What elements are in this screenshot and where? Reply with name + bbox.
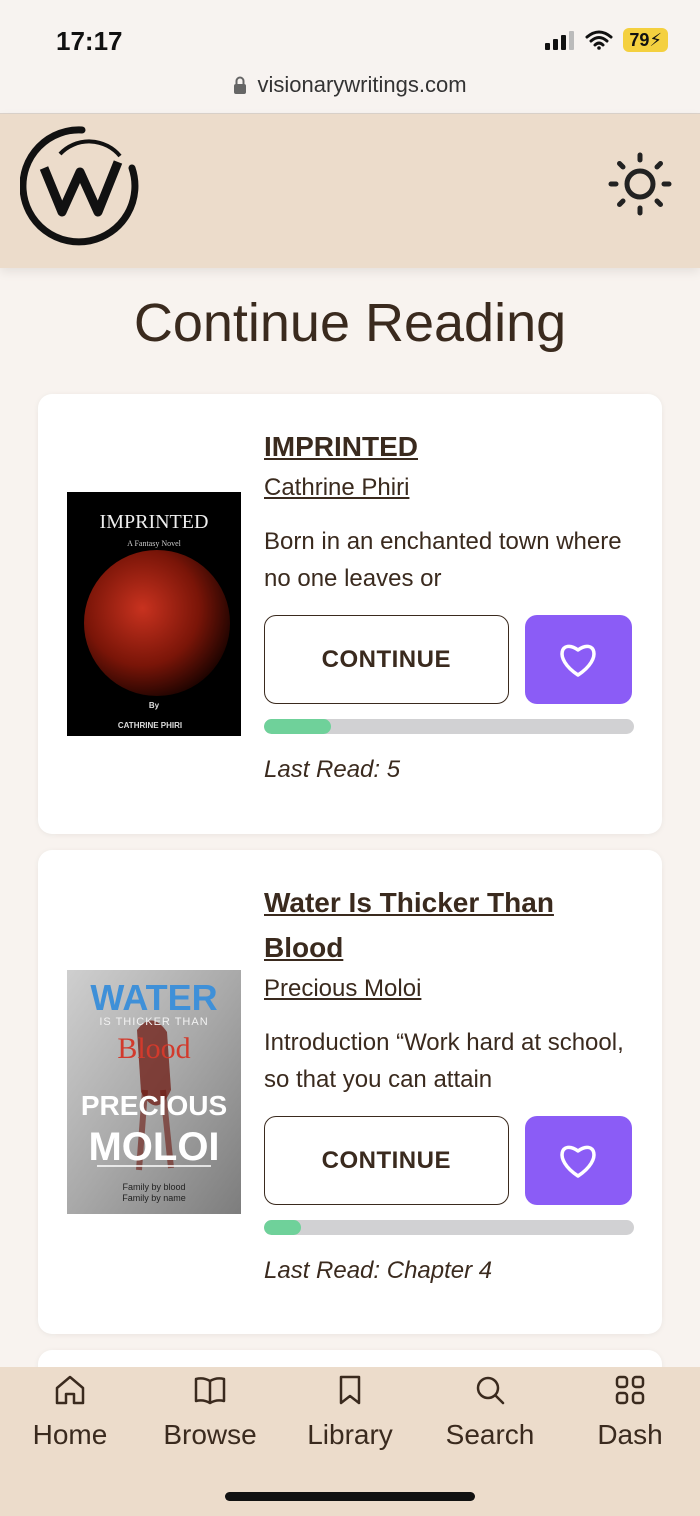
page-title: Continue Reading <box>133 293 567 353</box>
lock-icon <box>234 76 247 94</box>
battery-indicator: 79⚡ <box>623 28 668 52</box>
book-cover[interactable]: WATER IS THICKER THAN Blood PRECIOUS MOL… <box>67 970 241 1214</box>
book-open-icon <box>194 1377 226 1405</box>
nav-browse-label: Browse <box>163 1419 257 1450</box>
author-link[interactable]: Precious Moloi <box>264 972 632 1006</box>
continue-button[interactable]: CONTINUE <box>264 1116 509 1205</box>
cover-word-water: WATER <box>90 977 217 1018</box>
cover-line-2: IS THICKER THAN <box>99 1016 208 1028</box>
url-bar[interactable]: visionarywritings.com <box>0 72 700 98</box>
status-time: 17:17 <box>56 26 123 56</box>
theme-toggle-button[interactable] <box>608 152 672 221</box>
book-info: IMPRINTED Cathrine Phiri Born in an ench… <box>264 424 634 784</box>
heart-icon <box>560 1145 596 1178</box>
grid-icon <box>615 1375 645 1405</box>
url-text: visionarywritings.com <box>257 72 467 97</box>
system-icons: 79⚡ <box>545 28 668 52</box>
status-bar: 17:17 79⚡ visionarywritings.com <box>0 0 700 114</box>
last-read-label: Last Read: 5 <box>264 756 401 783</box>
nav-home-label: Home <box>32 1419 108 1450</box>
book-title-link[interactable]: IMPRINTED <box>264 424 632 469</box>
nav-search-label: Search <box>445 1419 535 1450</box>
search-icon <box>476 1376 505 1405</box>
cover-author-2: MOLOI <box>88 1125 219 1169</box>
book-excerpt: Introduction “Work hard at school, so th… <box>264 1029 624 1093</box>
cover-by: By <box>149 701 160 710</box>
cover-tagline-1: Family by blood <box>122 1182 185 1192</box>
home-indicator <box>225 1492 475 1501</box>
cover-subtitle: A Fantasy Novel <box>127 539 182 548</box>
heart-icon <box>560 644 596 677</box>
favorite-button[interactable] <box>524 1116 632 1205</box>
book-cover[interactable]: IMPRINTED A Fantasy Novel By CATHRINE PH… <box>67 492 241 736</box>
site-logo[interactable] <box>19 124 144 253</box>
cover-author: CATHRINE PHIRI <box>118 721 182 730</box>
book-info: Water Is Thicker Than Blood Precious Mol… <box>264 880 634 1285</box>
reading-progress-bar <box>264 719 634 734</box>
book-excerpt: Born in an enchanted town where no one l… <box>264 528 622 592</box>
book-title-link[interactable]: Water Is Thicker Than Blood <box>264 880 632 970</box>
sun-icon <box>608 152 672 216</box>
charging-icon: ⚡ <box>649 30 662 50</box>
cover-author-1: PRECIOUS <box>81 1090 227 1121</box>
battery-level: 79 <box>629 30 650 50</box>
last-read-label: Last Read: Chapter 4 <box>264 1257 493 1284</box>
book-card: WATER IS THICKER THAN Blood PRECIOUS MOL… <box>38 850 662 1334</box>
home-icon <box>55 1375 85 1405</box>
cover-title: IMPRINTED <box>100 511 209 533</box>
book-actions: CONTINUE <box>264 615 632 704</box>
reading-progress-bar <box>264 1220 634 1235</box>
reading-progress-fill <box>264 719 331 734</box>
site-header <box>0 114 700 268</box>
nav-dash-label: Dash <box>597 1419 663 1450</box>
cover-word-blood: Blood <box>117 1032 190 1065</box>
book-card: IMPRINTED A Fantasy Novel By CATHRINE PH… <box>38 394 662 834</box>
nav-library-label: Library <box>307 1419 393 1450</box>
wifi-icon <box>585 30 613 50</box>
reading-progress-fill <box>264 1220 301 1235</box>
signal-icon <box>545 31 575 50</box>
author-link[interactable]: Cathrine Phiri <box>264 471 632 505</box>
book-actions: CONTINUE <box>264 1116 632 1205</box>
continue-button[interactable]: CONTINUE <box>264 615 509 704</box>
bookmark-icon <box>339 1375 361 1405</box>
favorite-button[interactable] <box>524 615 632 704</box>
cover-tagline-2: Family by name <box>122 1193 186 1203</box>
